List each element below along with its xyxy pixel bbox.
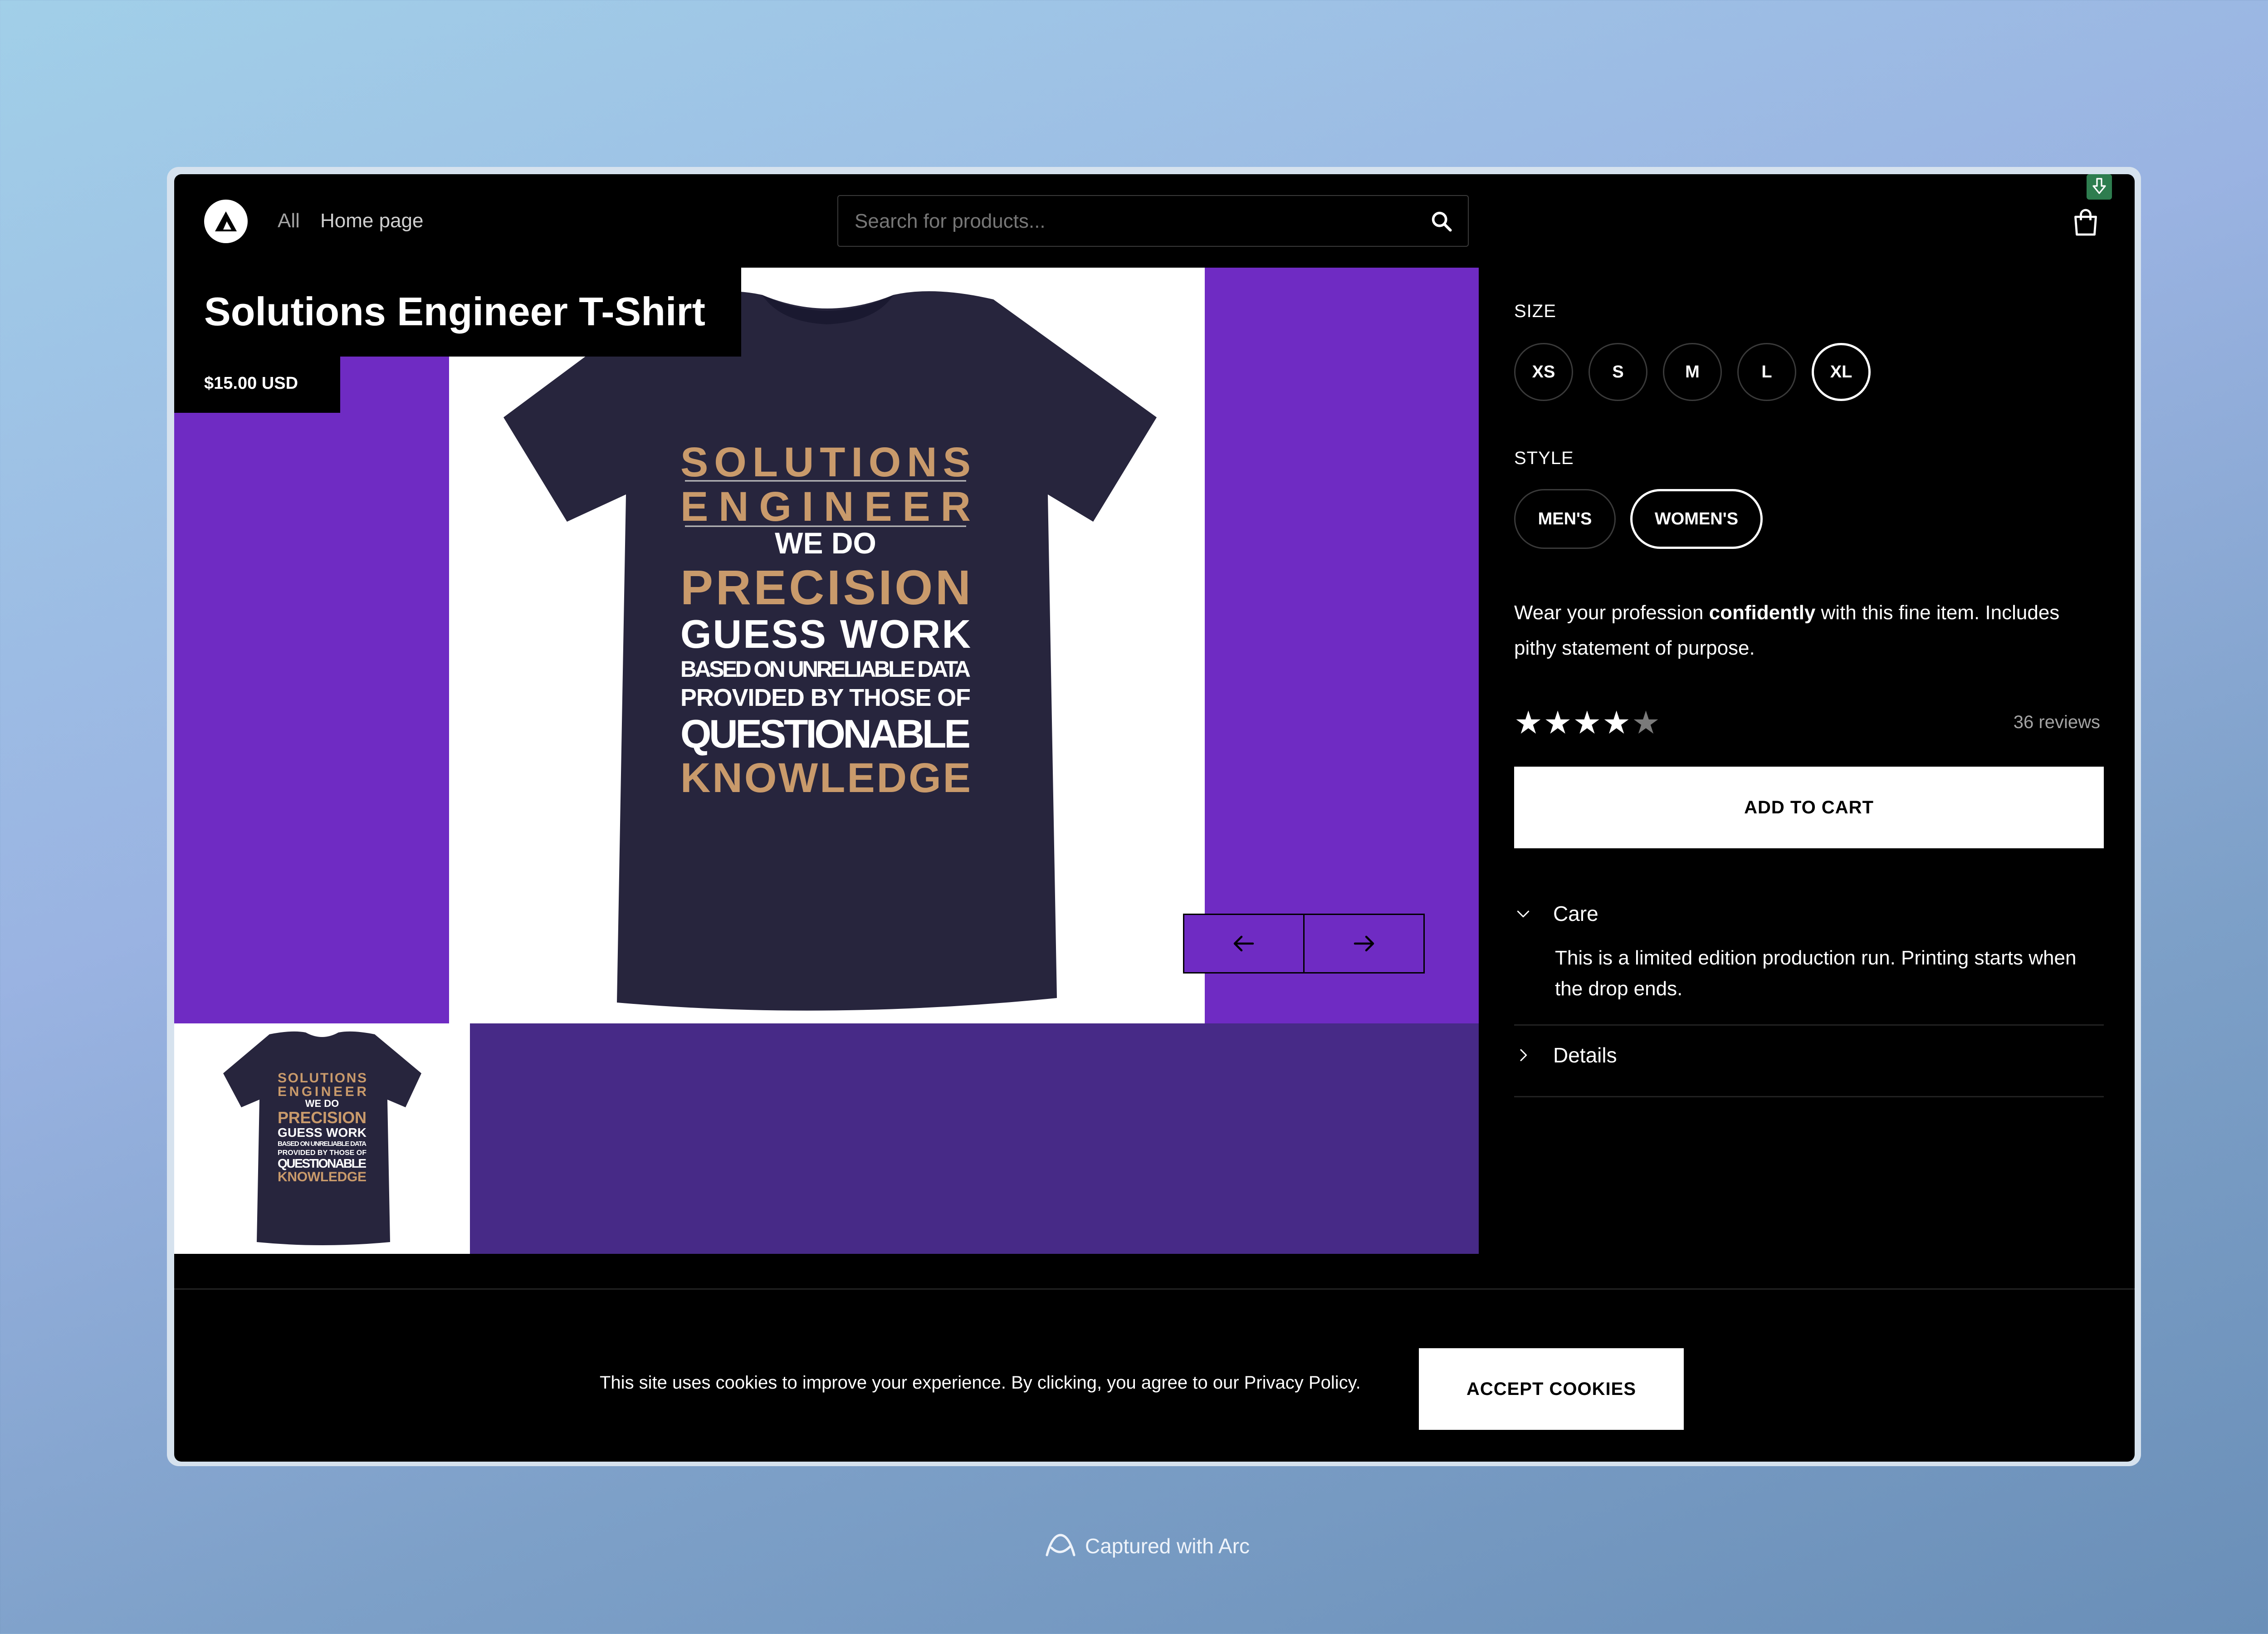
- shirt-text-7: PROVIDED BY THOSE OF: [680, 684, 971, 711]
- divider: [1514, 1024, 2104, 1026]
- arrow-left-icon: [1233, 935, 1254, 952]
- chevron-right-icon: [1520, 1049, 1527, 1062]
- divider: [1514, 1096, 2104, 1097]
- rating-stars: ★★★★★: [1514, 704, 1661, 741]
- thumb-text-2: ENGINEER: [278, 1084, 367, 1099]
- search-bar: [837, 195, 1469, 247]
- shopping-bag-icon[interactable]: [2069, 206, 2102, 239]
- store-logo-icon[interactable]: [204, 200, 248, 243]
- size-option-l[interactable]: L: [1737, 343, 1796, 401]
- product-title: Solutions Engineer T-Shirt: [204, 289, 705, 334]
- thumb-text-1: SOLUTIONS: [278, 1071, 367, 1086]
- size-label: SIZE: [1514, 301, 1556, 321]
- size-options: XS S M L XL: [1514, 343, 2104, 401]
- cookie-banner-divider: [174, 1288, 2135, 1290]
- chevron-down-icon: [1517, 910, 1530, 918]
- thumb-text-8: QUESTIONABLE: [278, 1156, 367, 1170]
- style-label: STYLE: [1514, 448, 1574, 468]
- product-price: $15.00 USD: [204, 374, 298, 393]
- accordion-details-title: Details: [1553, 1043, 1617, 1067]
- next-image-button[interactable]: [1303, 914, 1425, 974]
- browser-window: All Home page SOLUTIONS ENGINEER WE DO P…: [174, 174, 2135, 1462]
- star-icon: ★: [1602, 705, 1632, 740]
- thumb-text-9: KNOWLEDGE: [278, 1169, 367, 1184]
- accordion-care[interactable]: Care: [1514, 900, 1598, 927]
- style-option-mens[interactable]: MEN'S: [1514, 489, 1616, 549]
- product-image: SOLUTIONS ENGINEER WE DO PRECISION GUESS…: [449, 268, 1205, 1023]
- shirt-text-3: WE DO: [775, 526, 876, 560]
- style-option-womens[interactable]: WOMEN'S: [1630, 489, 1763, 549]
- thumb-text-6: BASED ON UNRELIABLE DATA: [278, 1140, 367, 1148]
- thumbnail-1[interactable]: SOLUTIONS ENGINEER WE DO PRECISION GUESS…: [174, 1023, 470, 1254]
- shirt-text-5: GUESS WORK: [680, 612, 971, 656]
- shirt-text-8: QUESTIONABLE: [680, 711, 971, 756]
- size-option-m[interactable]: M: [1663, 343, 1722, 401]
- accordion-care-title: Care: [1553, 902, 1598, 925]
- shirt-text-2: ENGINEER: [680, 484, 971, 530]
- shirt-text-6: BASED ON UNRELIABLE DATA: [680, 656, 971, 682]
- search-input[interactable]: [854, 196, 1400, 247]
- review-count[interactable]: 36 reviews: [2009, 712, 2100, 733]
- star-icon: ★: [1514, 705, 1544, 740]
- size-option-s[interactable]: S: [1589, 343, 1647, 401]
- shirt-text-1: SOLUTIONS: [680, 439, 971, 485]
- arrow-right-icon: [1354, 935, 1374, 952]
- product-description: Wear your profession confidently with th…: [1514, 595, 2104, 666]
- description-bold: confidently: [1709, 602, 1816, 624]
- arc-capture-text: Captured with Arc: [1085, 1534, 1250, 1558]
- size-option-xs[interactable]: XS: [1514, 343, 1573, 401]
- previous-image-button[interactable]: [1183, 914, 1305, 974]
- shirt-text-9: KNOWLEDGE: [680, 755, 971, 801]
- download-icon[interactable]: [2087, 174, 2112, 200]
- style-options: MEN'S WOMEN'S: [1514, 489, 2104, 549]
- thumb-text-5: GUESS WORK: [278, 1125, 367, 1140]
- cookie-message: This site uses cookies to improve your e…: [600, 1373, 1361, 1393]
- arc-logo-icon: [1046, 1534, 1075, 1556]
- star-icon: ★: [1573, 705, 1603, 740]
- arc-capture-label: Captured with Arc: [1043, 1531, 1250, 1561]
- thumb-text-3: WE DO: [305, 1098, 339, 1109]
- nav-home-page[interactable]: Home page: [320, 210, 423, 232]
- star-icon: ★: [1543, 705, 1573, 740]
- size-option-xl[interactable]: XL: [1812, 343, 1871, 401]
- thumb-text-7: PROVIDED BY THOSE OF: [278, 1149, 367, 1157]
- nav-all[interactable]: All: [278, 210, 300, 232]
- star-empty-icon: ★: [1632, 705, 1661, 740]
- description-text: Wear your profession: [1514, 602, 1709, 624]
- accordion-details[interactable]: Details: [1514, 1042, 1617, 1069]
- accordion-care-body: This is a limited edition production run…: [1555, 947, 2077, 1000]
- add-to-cart-button[interactable]: ADD TO CART: [1514, 767, 2104, 848]
- thumb-text-4: PRECISION: [278, 1108, 367, 1127]
- accept-cookies-button[interactable]: ACCEPT COOKIES: [1419, 1348, 1684, 1430]
- search-icon[interactable]: [1430, 210, 1453, 233]
